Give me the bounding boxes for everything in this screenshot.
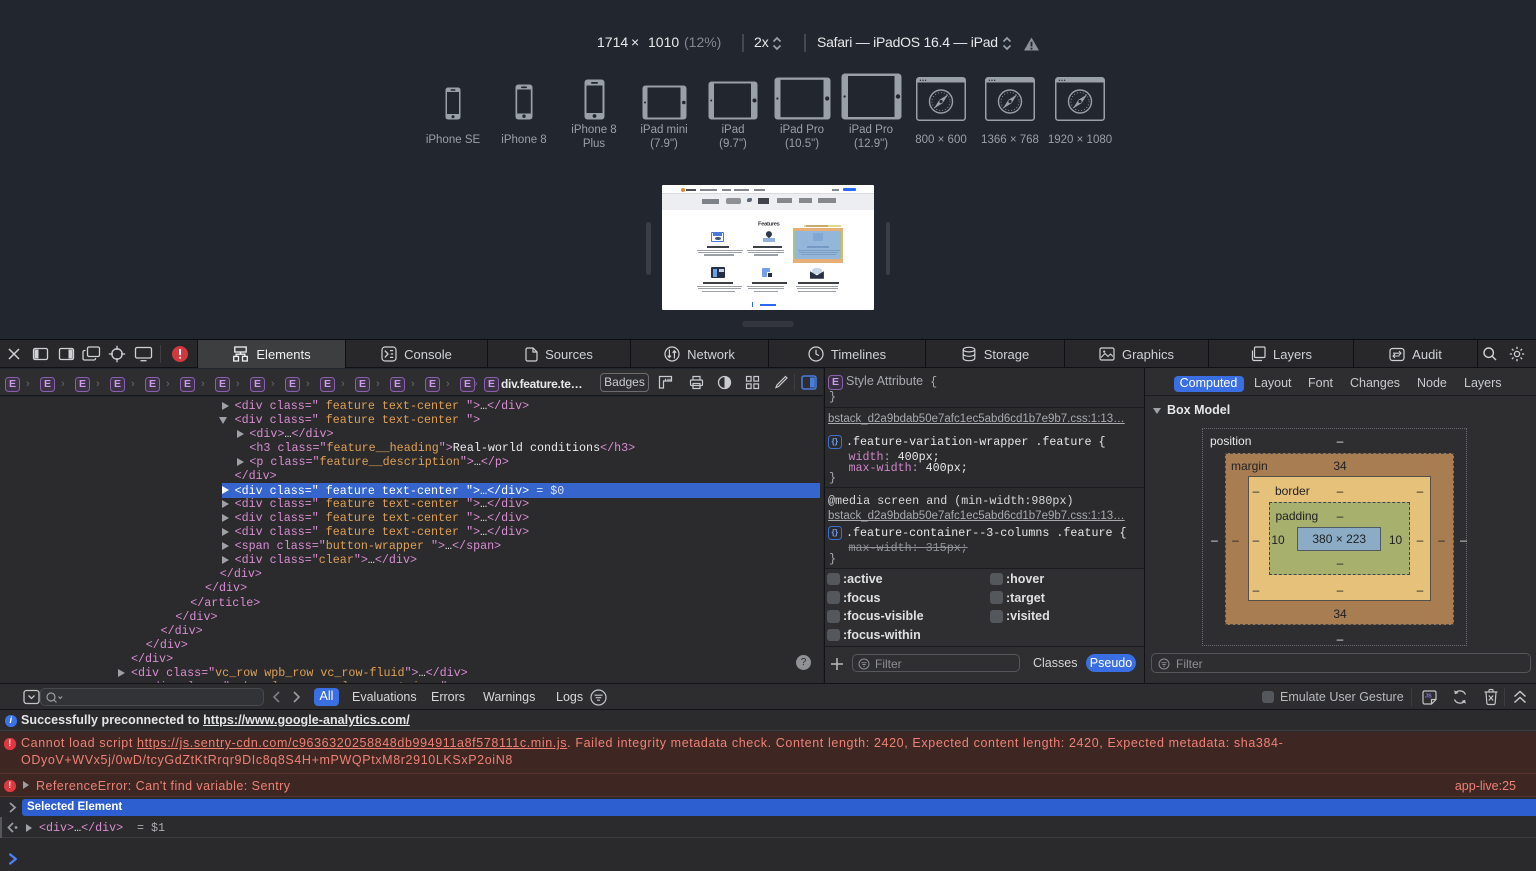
svg-text:JS: JS (1425, 693, 1432, 699)
